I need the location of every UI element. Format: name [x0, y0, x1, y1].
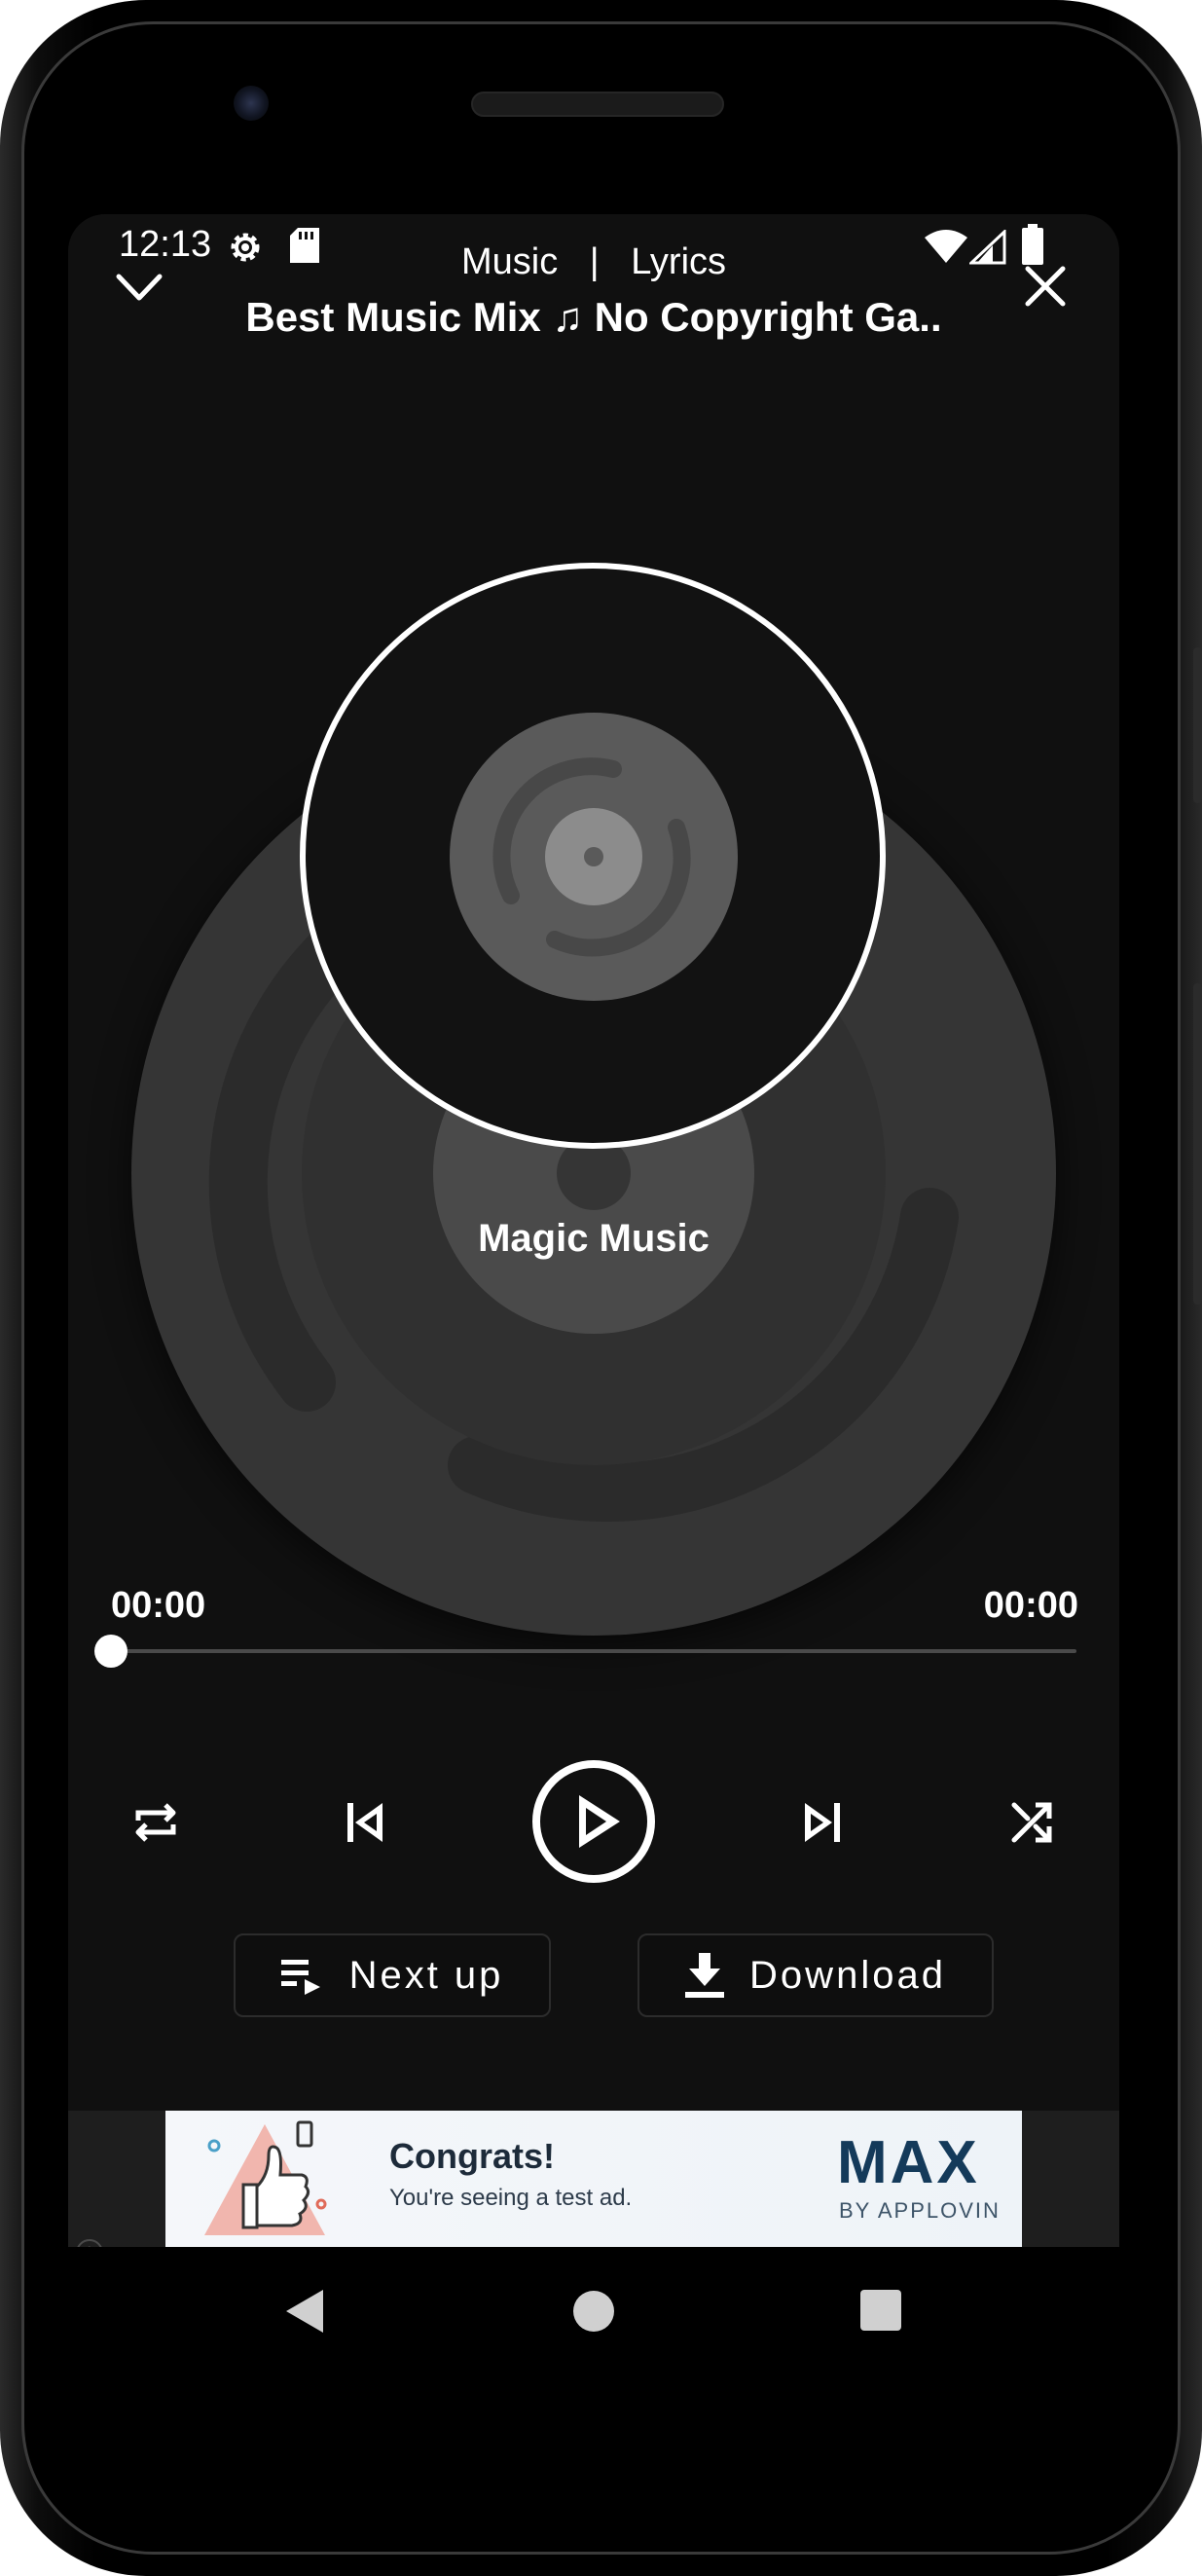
download-icon: [685, 1953, 725, 1998]
skip-previous-icon: [347, 1803, 382, 1842]
seek-thumb[interactable]: [94, 1635, 127, 1668]
system-nav-bar: [68, 2247, 1119, 2374]
app-screen: 12:13 Music | Lyrics Best Music Mix ♫ No…: [68, 214, 1119, 2247]
ad-subtitle: You're seeing a test ad.: [389, 2185, 633, 2211]
earpiece-speaker: [471, 92, 724, 117]
ad-banner[interactable]: Congrats! You're seeing a test ad. MAX B…: [165, 2111, 1022, 2247]
total-time: 00:00: [983, 1585, 1078, 1626]
back-icon[interactable]: [284, 2288, 327, 2335]
front-camera: [234, 86, 269, 121]
thumbs-up-illustration: [204, 2120, 327, 2235]
vinyl-icon: [450, 713, 738, 1001]
download-label: Download: [749, 1953, 946, 1997]
previous-button[interactable]: [307, 1764, 423, 1881]
queue-music-icon: [280, 1960, 320, 1995]
ad-brand-logo: MAX: [837, 2129, 980, 2196]
shuffle-icon: [1011, 1802, 1052, 1843]
power-button: [1193, 647, 1202, 803]
recents-icon[interactable]: [860, 2290, 901, 2331]
tab-separator: |: [589, 241, 600, 282]
skip-next-icon: [805, 1803, 840, 1842]
home-icon[interactable]: [572, 2290, 615, 2333]
tab-music[interactable]: Music: [461, 241, 558, 283]
next-button[interactable]: [764, 1764, 881, 1881]
repeat-button[interactable]: [97, 1764, 214, 1881]
next-up-button[interactable]: Next up: [234, 1933, 551, 2017]
next-up-label: Next up: [348, 1953, 504, 1997]
download-button[interactable]: Download: [637, 1933, 994, 2017]
song-title: Best Music Mix ♫ No Copyright Ga..: [245, 294, 942, 340]
play-button[interactable]: [530, 1758, 657, 1885]
shuffle-button[interactable]: [973, 1764, 1090, 1881]
artwork-brand-label: Magic Music: [478, 1217, 710, 1260]
volume-button: [1193, 983, 1202, 1305]
seek-bar[interactable]: [111, 1649, 1076, 1653]
tab-lyrics[interactable]: Lyrics: [631, 241, 726, 283]
ad-brand-byline: BY APPLOVIN: [839, 2198, 1001, 2223]
tab-bar: Music | Lyrics: [68, 241, 1119, 283]
ad-title: Congrats!: [389, 2136, 555, 2176]
play-icon: [532, 1760, 655, 1883]
repeat-icon: [135, 1803, 176, 1842]
current-time: 00:00: [111, 1585, 206, 1626]
